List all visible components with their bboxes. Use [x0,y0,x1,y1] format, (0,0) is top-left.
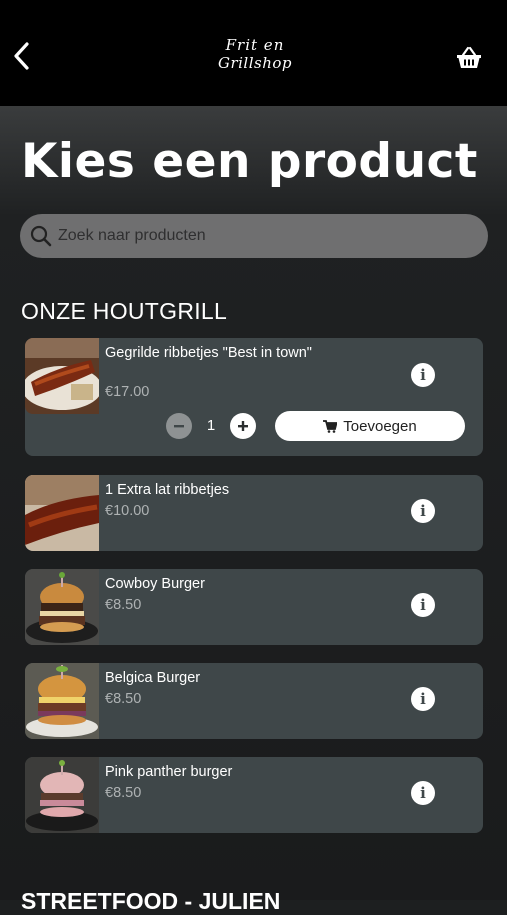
info-icon[interactable]: i [411,363,435,387]
add-to-cart-button[interactable]: Toevoegen [275,411,465,441]
info-icon[interactable]: i [411,687,435,711]
info-icon[interactable]: i [411,781,435,805]
info-icon[interactable]: i [411,593,435,617]
plus-icon [238,421,248,431]
shop-logo: Frit en Grillshop [205,36,305,80]
search-bar[interactable] [20,214,488,258]
logo-line-1: Frit en [225,36,285,54]
product-card[interactable]: Cowboy Burger €8.50 i [25,569,483,645]
section-title-streetfood: STREETFOOD - JULIEN [21,888,281,914]
info-icon[interactable]: i [411,499,435,523]
product-image [25,757,99,833]
product-card[interactable]: Belgica Burger €8.50 i [25,663,483,739]
section-title-houtgrill: ONZE HOUTGRILL [21,298,228,324]
product-image [25,338,99,414]
product-price: €10.00 [105,503,150,519]
basket-icon [457,46,481,68]
page-title: Kies een product [21,134,478,189]
product-name: Cowboy Burger [105,576,205,592]
minus-icon [174,425,184,428]
main-content: Kies een product ONZE HOUTGRILL Gegrilde… [0,106,507,914]
product-price: €17.00 [105,384,150,400]
product-image [25,569,99,645]
product-image [25,663,99,739]
product-price: €8.50 [105,691,142,707]
quantity-value: 1 [206,417,216,434]
chevron-left-icon [14,42,29,70]
logo-line-2: Grillshop [217,54,293,72]
product-name: Pink panther burger [105,764,233,780]
product-price: €8.50 [105,597,142,613]
top-bar: Frit en Grillshop [0,0,507,106]
search-icon [30,225,52,247]
product-image [25,475,99,551]
cart-icon [323,419,338,433]
decrease-quantity-button[interactable] [166,413,192,439]
product-price: €8.50 [105,785,142,801]
product-card[interactable]: Pink panther burger €8.50 i [25,757,483,833]
product-card[interactable]: 1 Extra lat ribbetjes €10.00 i [25,475,483,551]
product-name: 1 Extra lat ribbetjes [105,482,230,498]
product-name: Belgica Burger [105,670,201,686]
add-button-label: Toevoegen [343,417,417,435]
product-name: Gegrilde ribbetjes "Best in town" [105,345,312,361]
search-input[interactable] [58,227,458,245]
basket-button[interactable] [456,46,482,70]
product-card[interactable]: Gegrilde ribbetjes "Best in town" €17.00… [25,338,483,456]
increase-quantity-button[interactable] [230,413,256,439]
back-button[interactable] [8,38,36,74]
